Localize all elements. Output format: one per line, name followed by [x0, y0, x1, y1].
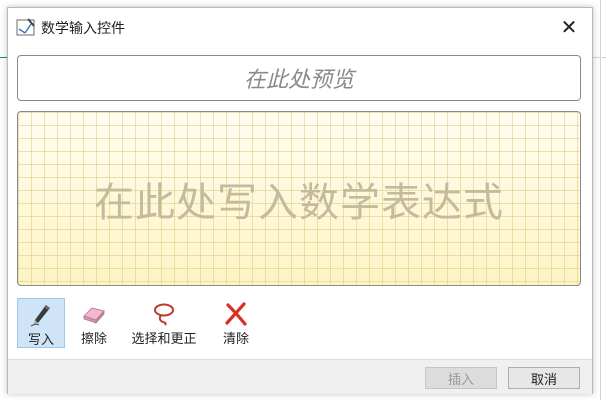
write-tool-button[interactable]: 写入 [17, 298, 65, 348]
select-correct-tool-label: 选择和更正 [131, 332, 197, 347]
math-input-app-icon [16, 18, 35, 36]
clear-x-icon [225, 302, 247, 326]
window-title: 数学输入控件 [41, 21, 125, 37]
pad-placeholder: 在此处写入数学表达式 [94, 179, 504, 226]
close-icon: ✕ [560, 15, 578, 39]
close-button[interactable]: ✕ [546, 8, 592, 46]
eraser-icon [83, 307, 105, 325]
dialog-footer: 插入 取消 [8, 359, 592, 394]
write-tool-label: 写入 [27, 333, 54, 348]
background-grid-line [600, 0, 601, 400]
select-correct-tool-button[interactable]: 选择和更正 [123, 298, 205, 348]
cancel-button[interactable]: 取消 [508, 367, 580, 389]
title-bar: 数学输入控件 ✕ [8, 8, 592, 46]
clear-tool-label: 清除 [222, 332, 249, 347]
preview-placeholder: 在此处预览 [243, 68, 354, 93]
preview-area: 在此处预览 [17, 55, 581, 101]
math-input-dialog: 数学输入控件 ✕ 在此处预览 在此处写入数学表达式 写入 擦除 选择和更正 清除… [7, 7, 593, 394]
erase-tool-button[interactable]: 擦除 [71, 298, 117, 348]
lasso-icon [154, 303, 174, 326]
erase-tool-label: 擦除 [80, 332, 107, 347]
handwriting-pad[interactable]: 在此处写入数学表达式 [17, 111, 581, 286]
clear-tool-button[interactable]: 清除 [211, 298, 261, 348]
pen-icon [30, 305, 50, 327]
insert-button[interactable]: 插入 [425, 367, 497, 389]
